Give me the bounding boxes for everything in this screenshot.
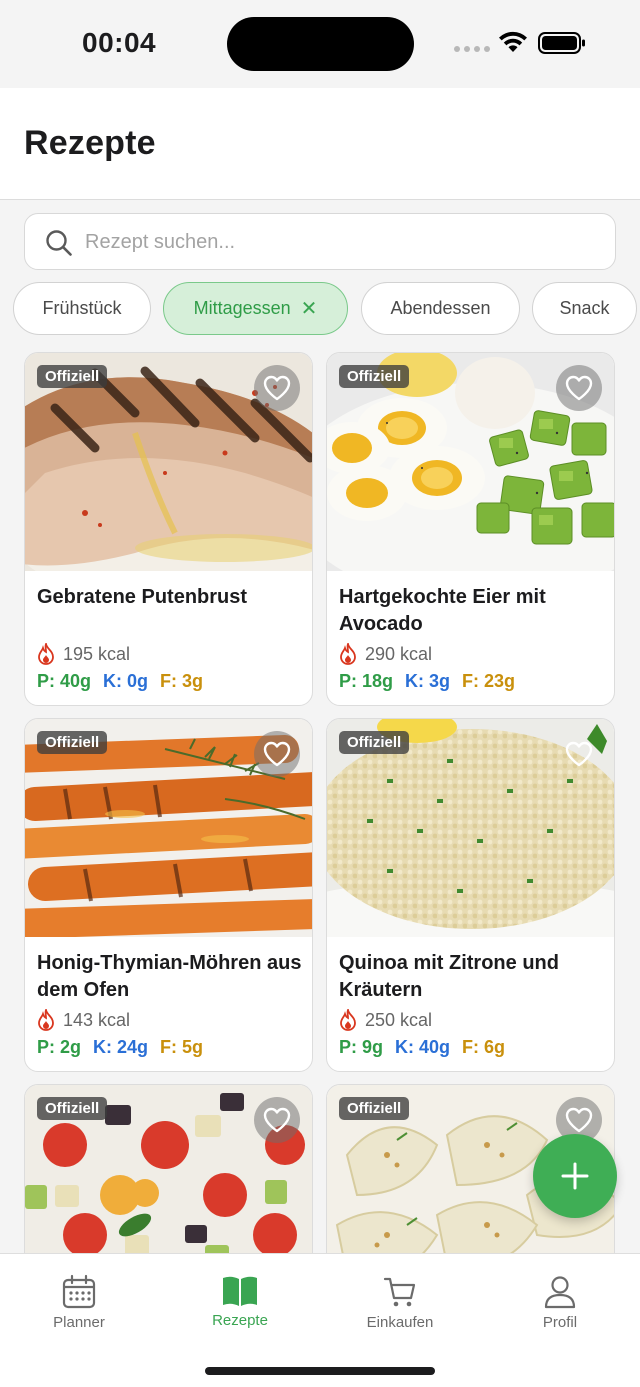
protein-value: P: 9g (339, 1037, 384, 1057)
filter-chip-label: Frühstück (42, 298, 122, 318)
favorite-button[interactable] (254, 1097, 300, 1143)
filter-chip-fruehstueck[interactable]: Frühstück (13, 282, 151, 335)
tab-planner[interactable]: Planner (9, 1274, 149, 1331)
flame-icon (340, 643, 356, 665)
recipe-calories: 195 kcal (37, 643, 130, 665)
search-bar[interactable] (24, 213, 616, 270)
recipe-card[interactable]: Offiziell Quinoa mit Zitrone und Kräuter… (326, 718, 615, 1072)
fat-value: F: 3g (160, 671, 204, 691)
recipe-calories: 250 kcal (339, 1009, 432, 1031)
add-recipe-button[interactable] (533, 1134, 617, 1218)
carbs-value: K: 24g (93, 1037, 149, 1057)
carbs-value: K: 3g (405, 671, 451, 691)
kcal-value: 195 kcal (63, 643, 131, 664)
recipe-title: Gebratene Putenbrust (37, 586, 248, 608)
recipe-title: Hartgekochte Eier mit Avocado (339, 586, 546, 635)
heart-outline-icon (263, 741, 291, 767)
wifi-icon (499, 31, 527, 52)
recipe-card[interactable]: Offiziell Gebratene Putenbrust 195 kcal … (24, 352, 313, 706)
recipe-calories: 143 kcal (37, 1009, 130, 1031)
plus-icon (561, 1162, 589, 1190)
tab-label: Profil (542, 1314, 578, 1331)
recipe-card[interactable]: Offiziell Hartgekochte Eier mit Avocado … (326, 352, 615, 706)
calendar-icon (62, 1274, 96, 1309)
search-input[interactable] (85, 224, 585, 260)
carbs-value: K: 0g (103, 671, 149, 691)
filter-chip-label: Abendessen (390, 298, 491, 318)
status-bar: 00:04 (0, 0, 640, 88)
clear-filter-icon[interactable]: ✕ (301, 296, 318, 321)
fat-value: F: 5g (160, 1037, 204, 1057)
tab-profil[interactable]: Profil (490, 1274, 630, 1331)
macro-row: P: 18g K: 3g F: 23g (339, 671, 515, 692)
category-filter-bar: Frühstück Mittagessen ✕ Abendessen Snack (0, 282, 640, 336)
official-badge: Offiziell (37, 731, 108, 754)
filter-chip-snack[interactable]: Snack (532, 282, 637, 335)
kcal-value: 250 kcal (365, 1009, 433, 1030)
dynamic-island (227, 17, 414, 71)
tab-label: Rezepte (212, 1312, 268, 1329)
heart-outline-icon (565, 741, 593, 767)
favorite-button[interactable] (556, 365, 602, 411)
flame-icon (340, 1009, 356, 1031)
home-indicator (205, 1367, 435, 1375)
protein-value: P: 40g (37, 671, 92, 691)
recipe-card[interactable]: Offiziell Honig-Thymian-Möhren aus dem O… (24, 718, 313, 1072)
recipes-screen: 00:04 Rezepte Frühstück Mittagessen (0, 0, 640, 1387)
favorite-button[interactable] (254, 731, 300, 777)
page-header: Rezepte (0, 88, 640, 200)
tab-label: Einkaufen (366, 1314, 434, 1331)
filter-chip-mittagessen[interactable]: Mittagessen ✕ (163, 282, 348, 335)
battery-icon (538, 32, 585, 54)
flame-icon (38, 643, 54, 665)
recipe-title: Honig-Thymian-Möhren aus dem Ofen (37, 952, 302, 1001)
protein-value: P: 2g (37, 1037, 82, 1057)
macro-row: P: 9g K: 40g F: 6g (339, 1037, 505, 1058)
person-icon (544, 1276, 576, 1309)
filter-chip-label: Snack (559, 298, 610, 318)
tab-einkaufen[interactable]: Einkaufen (330, 1274, 470, 1331)
official-badge: Offiziell (339, 365, 410, 388)
heart-outline-icon (565, 375, 593, 401)
kcal-value: 143 kcal (63, 1009, 131, 1030)
filter-chip-abendessen[interactable]: Abendessen (361, 282, 520, 335)
recipe-title: Quinoa mit Zitrone und Kräutern (339, 952, 559, 1001)
favorite-button[interactable] (556, 731, 602, 777)
fat-value: F: 6g (462, 1037, 506, 1057)
official-badge: Offiziell (339, 731, 410, 754)
protein-value: P: 18g (339, 671, 394, 691)
status-clock: 00:04 (82, 27, 157, 58)
kcal-value: 290 kcal (365, 643, 433, 664)
fat-value: F: 23g (462, 671, 516, 691)
official-badge: Offiziell (339, 1097, 410, 1120)
book-icon (223, 1276, 257, 1306)
heart-outline-icon (565, 1107, 593, 1133)
cellular-signal-icon (454, 46, 490, 52)
page-title: Rezepte (24, 124, 156, 162)
official-badge: Offiziell (37, 365, 108, 388)
tab-rezepte[interactable]: Rezepte (170, 1274, 310, 1329)
flame-icon (38, 1009, 54, 1031)
favorite-button[interactable] (254, 365, 300, 411)
recipe-calories: 290 kcal (339, 643, 432, 665)
cart-icon (383, 1277, 416, 1307)
official-badge: Offiziell (37, 1097, 108, 1120)
tab-label: Planner (53, 1314, 105, 1331)
carbs-value: K: 40g (395, 1037, 451, 1057)
macro-row: P: 2g K: 24g F: 5g (37, 1037, 203, 1058)
search-icon (46, 230, 72, 256)
heart-outline-icon (263, 375, 291, 401)
macro-row: P: 40g K: 0g F: 3g (37, 671, 203, 692)
filter-chip-label: Mittagessen (193, 298, 291, 318)
heart-outline-icon (263, 1107, 291, 1133)
